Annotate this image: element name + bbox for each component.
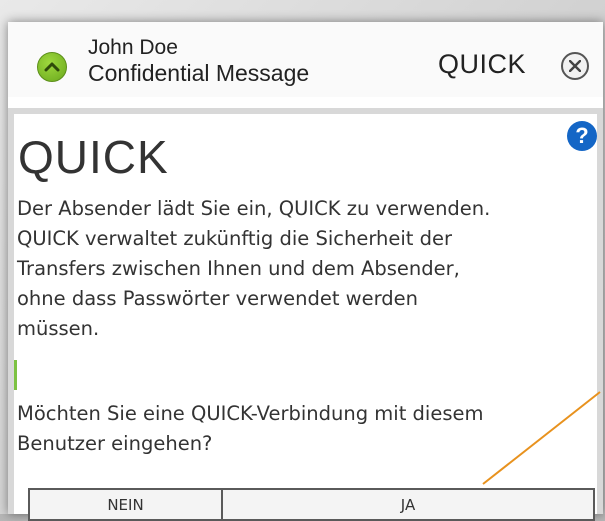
annotation-pointer-line: [482, 391, 601, 485]
